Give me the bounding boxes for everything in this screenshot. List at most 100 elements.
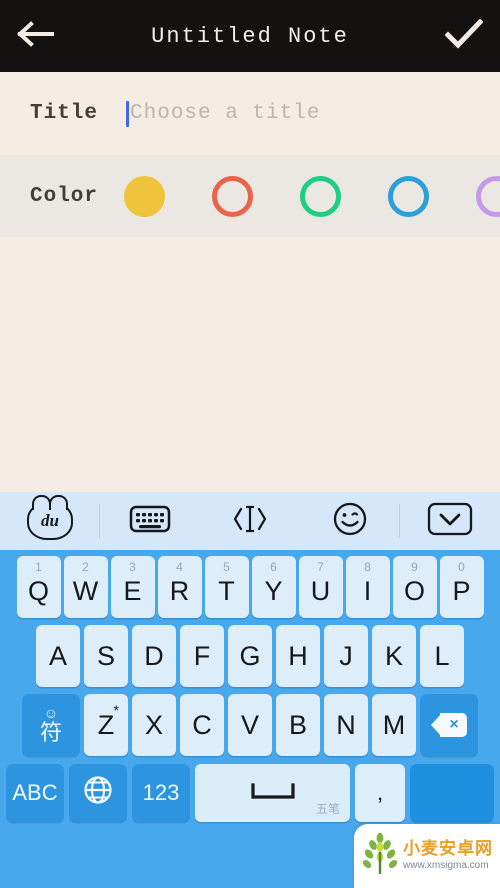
key-number: 1 [35,560,42,574]
key-S[interactable]: S [84,625,128,687]
site-watermark: 小麦安卓网 www.xmsigma.com [354,824,500,888]
key-C[interactable]: C [180,694,224,756]
backspace-key[interactable]: × [420,694,478,756]
key-E[interactable]: 3 E [110,556,155,618]
key-F[interactable]: F [180,625,224,687]
color-swatch-purple[interactable] [476,175,500,217]
key-label: I [363,576,372,606]
arrow-left-icon [16,20,56,53]
color-swatch-list [124,175,500,217]
key-number: 8 [364,560,371,574]
key-B[interactable]: B [276,694,320,756]
key-number: 4 [176,560,183,574]
key-Z[interactable]: * Z [84,694,128,756]
keyboard-toolbar: du [0,492,500,550]
cursor-move-button[interactable] [200,492,300,550]
key-label: S [96,640,115,671]
emoji-small-icon: ☺ [43,704,59,721]
key-J[interactable]: J [324,625,368,687]
key-label: W [72,576,99,606]
text-caret [126,100,130,127]
key-label: J [339,640,353,671]
key-H[interactable]: H [276,625,320,687]
app-bar: Untitled Note [0,0,500,72]
emoji-icon [332,501,368,542]
symbol-key[interactable]: ☺ 符 [22,694,80,756]
color-swatch-blue[interactable] [388,175,430,217]
enter-key[interactable] [410,764,494,822]
page-title: Untitled Note [151,23,349,49]
key-label: T [218,576,235,606]
key-star-label: * [113,702,119,718]
key-N[interactable]: N [324,694,368,756]
key-number: 5 [223,560,230,574]
baidu-logo-icon: du [27,495,73,540]
key-label: Q [27,576,49,606]
key-label: F [193,640,211,671]
key-label: E [123,576,142,606]
key-U[interactable]: 7 U [298,556,343,618]
color-swatch-yellow[interactable] [124,175,166,217]
key-number: 9 [411,560,418,574]
key-G[interactable]: G [228,625,272,687]
abc-label: ABC [12,780,58,805]
abc-mode-key[interactable]: ABC [6,764,64,822]
key-number: 0 [458,560,465,574]
comma-key[interactable]: , [355,764,405,822]
color-swatch-orange[interactable] [212,175,254,217]
key-label: Z [97,709,115,740]
key-T[interactable]: 5 T [204,556,249,618]
hide-keyboard-button[interactable] [400,492,500,550]
keyboard-row-1: 1 Q 2 W 3 E 4 R 5 T 6 Y 7 U 8 I 9 O 0 P [0,556,500,618]
check-icon [444,17,484,54]
watermark-url: www.xmsigma.com [403,859,489,871]
key-number: 2 [82,560,89,574]
key-label: L [434,640,450,671]
color-row: Color [0,155,500,237]
key-P[interactable]: 0 P [439,556,484,618]
emoji-button[interactable] [300,492,400,550]
key-M[interactable]: M [372,694,416,756]
color-label: Color [30,184,99,208]
key-W[interactable]: 2 W [63,556,108,618]
chevron-down-icon [427,502,473,541]
title-input[interactable]: Choose a title [126,97,500,131]
keyboard-icon [129,503,171,540]
key-O[interactable]: 9 O [392,556,437,618]
numeric-mode-key[interactable]: 123 [132,764,190,822]
language-switch-key[interactable] [69,764,127,822]
title-label: Title [30,102,99,125]
key-I[interactable]: 8 I [345,556,390,618]
watermark-text: 小麦安卓网 www.xmsigma.com [403,839,493,872]
keyboard-row-3: ☺ 符 * Z X C V B N M × [0,694,500,756]
key-label: X [144,709,163,740]
key-Q[interactable]: 1 Q [16,556,61,618]
wheat-logo-icon [360,832,400,881]
key-Y[interactable]: 6 Y [251,556,296,618]
key-V[interactable]: V [228,694,272,756]
key-number: 3 [129,560,136,574]
key-label: V [240,709,259,740]
keyboard-layout-button[interactable] [100,492,200,550]
numeric-label: 123 [142,780,180,805]
watermark-site-name: 小麦安卓网 [403,839,493,859]
key-X[interactable]: X [132,694,176,756]
key-label: U [310,576,331,606]
color-swatch-green[interactable] [300,175,342,217]
note-body-input[interactable] [0,237,500,492]
key-R[interactable]: 4 R [157,556,202,618]
note-editor-screen: Untitled Note Title Choose a title Color [0,0,500,888]
baidu-logo-button[interactable]: du [0,492,100,550]
keyboard-row-2: A S D F G H J K L [0,625,500,687]
space-key[interactable]: 五笔 [195,764,350,822]
space-sublabel: 五笔 [315,802,340,816]
save-note-button[interactable] [428,0,500,72]
key-D[interactable]: D [132,625,176,687]
key-K[interactable]: K [372,625,416,687]
key-L[interactable]: L [420,625,464,687]
cursor-move-icon [228,503,272,540]
key-A[interactable]: A [36,625,80,687]
back-button[interactable] [0,0,72,72]
globe-icon [83,775,113,811]
key-label: D [144,640,164,671]
